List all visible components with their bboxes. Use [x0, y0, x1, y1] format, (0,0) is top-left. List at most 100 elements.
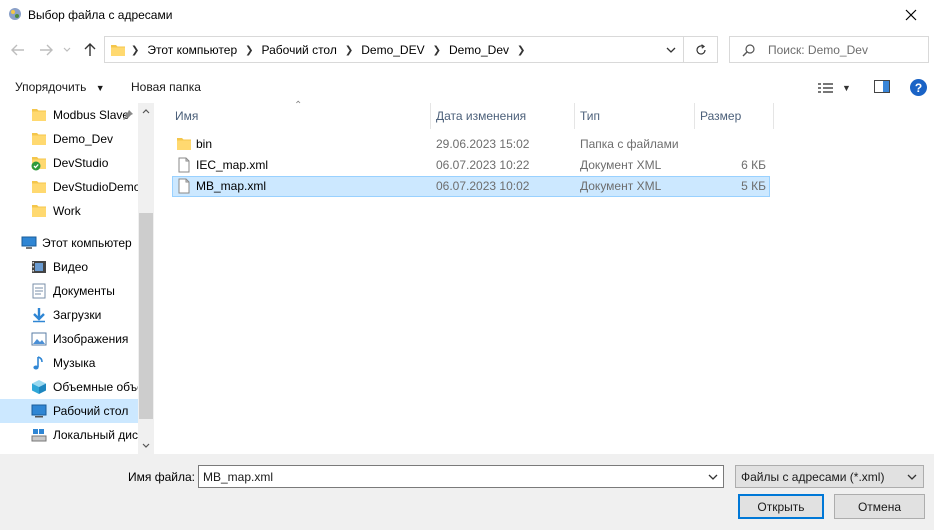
arrow-left-icon [11, 44, 24, 56]
folder-icon [32, 109, 46, 121]
filetype-select[interactable]: Файлы с адресами (*.xml) [735, 465, 924, 488]
documents-icon [32, 283, 46, 299]
close-icon [905, 9, 917, 21]
column-divider[interactable] [694, 103, 695, 129]
computer-icon [21, 236, 37, 249]
file-date: 06.07.2023 10:02 [436, 179, 530, 193]
preview-pane-icon [874, 80, 890, 93]
folder-icon [32, 181, 46, 193]
search-icon [742, 44, 755, 57]
file-row[interactable]: MB_map.xml 06.07.2023 10:02 Документ XML… [172, 176, 770, 197]
file-list: ⌃ Имя Дата изменения Тип Размер bin 29.0… [157, 100, 934, 454]
address-bar[interactable]: ❯ Этот компьютер ❯ Рабочий стол ❯ Demo_D… [104, 36, 718, 63]
forward-button[interactable] [36, 40, 56, 60]
nav-item-3d-objects[interactable]: Объемные объекты [0, 375, 138, 399]
column-divider[interactable] [430, 103, 431, 129]
file-type: Документ XML [580, 158, 662, 172]
nav-item-local-disk[interactable]: Локальный диск [0, 423, 138, 447]
nav-item-devstudiodemo[interactable]: DevStudioDemo [0, 175, 138, 199]
downloads-icon [33, 308, 45, 323]
open-button[interactable]: Открыть [738, 494, 824, 519]
up-button[interactable] [80, 40, 100, 60]
chevron-right-icon[interactable]: ❯ [433, 45, 441, 56]
help-icon: ? [914, 80, 923, 95]
nav-item-documents[interactable]: Документы [0, 279, 138, 303]
scroll-down-icon[interactable] [142, 443, 150, 448]
folder-icon [111, 45, 125, 56]
back-button[interactable] [8, 40, 28, 60]
nav-item-desktop[interactable]: Рабочий стол [0, 399, 138, 423]
file-row[interactable]: bin 29.06.2023 15:02 Папка с файлами [172, 134, 770, 155]
breadcrumb-demo-dev-upper[interactable]: Demo_DEV [361, 43, 424, 57]
pictures-icon [31, 332, 47, 346]
column-header-type[interactable]: Тип [580, 103, 600, 129]
filename-value: MB_map.xml [203, 470, 274, 484]
breadcrumb-desktop[interactable]: Рабочий стол [262, 43, 337, 57]
help-button[interactable]: ? [910, 79, 927, 96]
organize-button[interactable]: Упорядочить ▼ [15, 80, 105, 94]
scroll-up-icon[interactable] [142, 109, 150, 114]
nav-scrollbar[interactable] [138, 103, 154, 454]
app-icon [9, 8, 21, 20]
cancel-button[interactable]: Отмена [834, 494, 925, 519]
close-button[interactable] [888, 0, 934, 30]
nav-item-pictures[interactable]: Изображения [0, 327, 138, 351]
breadcrumb-demo-dev[interactable]: Demo_Dev [449, 43, 509, 57]
address-history-button[interactable] [659, 37, 683, 62]
breadcrumb-this-pc[interactable]: Этот компьютер [147, 43, 237, 57]
column-header-name[interactable]: Имя [175, 103, 198, 129]
window-title: Выбор файла с адресами [28, 8, 173, 22]
refresh-button[interactable] [683, 36, 718, 63]
nav-item-modbus-slave[interactable]: Modbus Slave [0, 103, 138, 127]
chevron-down-icon [63, 47, 71, 52]
folder-check-icon [31, 157, 46, 171]
file-size: 6 КБ [741, 158, 766, 172]
desktop-icon [31, 404, 47, 418]
chevron-right-icon: ❯ [131, 44, 140, 56]
recent-locations-button[interactable] [60, 40, 74, 60]
filename-label: Имя файла: [128, 470, 195, 484]
chevron-right-icon[interactable]: ❯ [517, 45, 525, 56]
file-type: Папка с файлами [580, 137, 679, 151]
file-name: IEC_map.xml [196, 158, 269, 172]
new-folder-button[interactable]: Новая папка [131, 80, 201, 94]
column-divider[interactable] [574, 103, 575, 129]
caret-down-icon: ▼ [842, 83, 851, 93]
nav-item-this-pc[interactable]: Этот компьютер [0, 231, 138, 255]
breadcrumb: ❯ Этот компьютер ❯ Рабочий стол ❯ Demo_D… [131, 43, 533, 57]
folder-icon [177, 138, 191, 150]
preview-pane-button[interactable] [874, 80, 890, 94]
file-date: 29.06.2023 15:02 [436, 137, 530, 151]
nav-item-work[interactable]: Work [0, 199, 138, 223]
column-divider[interactable] [773, 103, 774, 129]
view-options-button[interactable]: ▼ [818, 80, 858, 96]
chevron-down-icon [907, 474, 917, 480]
nav-item-devstudio[interactable]: DevStudio [0, 151, 138, 175]
scrollbar-thumb[interactable] [139, 213, 153, 419]
toolbar: Упорядочить ▼ Новая папка ▼ ? [0, 74, 934, 100]
nav-item-music[interactable]: Музыка [0, 351, 138, 375]
nav-item-downloads[interactable]: Загрузки [0, 303, 138, 327]
column-header-size[interactable]: Размер [700, 103, 741, 129]
chevron-right-icon[interactable]: ❯ [345, 45, 353, 56]
dialog-footer: Имя файла: MB_map.xml Файлы с адресами (… [0, 454, 934, 530]
column-header-date[interactable]: Дата изменения [436, 103, 526, 129]
file-row[interactable]: IEC_map.xml 06.07.2023 10:22 Документ XM… [172, 155, 770, 176]
search-input[interactable]: Поиск: Demo_Dev [768, 43, 868, 57]
nav-item-videos[interactable]: Видео [0, 255, 138, 279]
sort-ascending-icon: ⌃ [294, 100, 303, 111]
filename-field[interactable]: MB_map.xml [198, 465, 724, 488]
chevron-down-icon[interactable] [708, 474, 718, 480]
chevron-right-icon[interactable]: ❯ [245, 45, 253, 56]
arrow-up-icon [84, 43, 96, 56]
file-icon [178, 157, 190, 173]
file-date: 06.07.2023 10:22 [436, 158, 530, 172]
folder-icon [32, 205, 46, 217]
pin-icon [123, 110, 133, 120]
file-size: 5 КБ [741, 179, 766, 193]
nav-item-demo-dev[interactable]: Demo_Dev [0, 127, 138, 151]
arrow-right-icon [40, 44, 53, 56]
search-box[interactable]: Поиск: Demo_Dev [729, 36, 929, 63]
organize-label: Упорядочить [15, 80, 87, 94]
folder-icon [32, 133, 46, 145]
